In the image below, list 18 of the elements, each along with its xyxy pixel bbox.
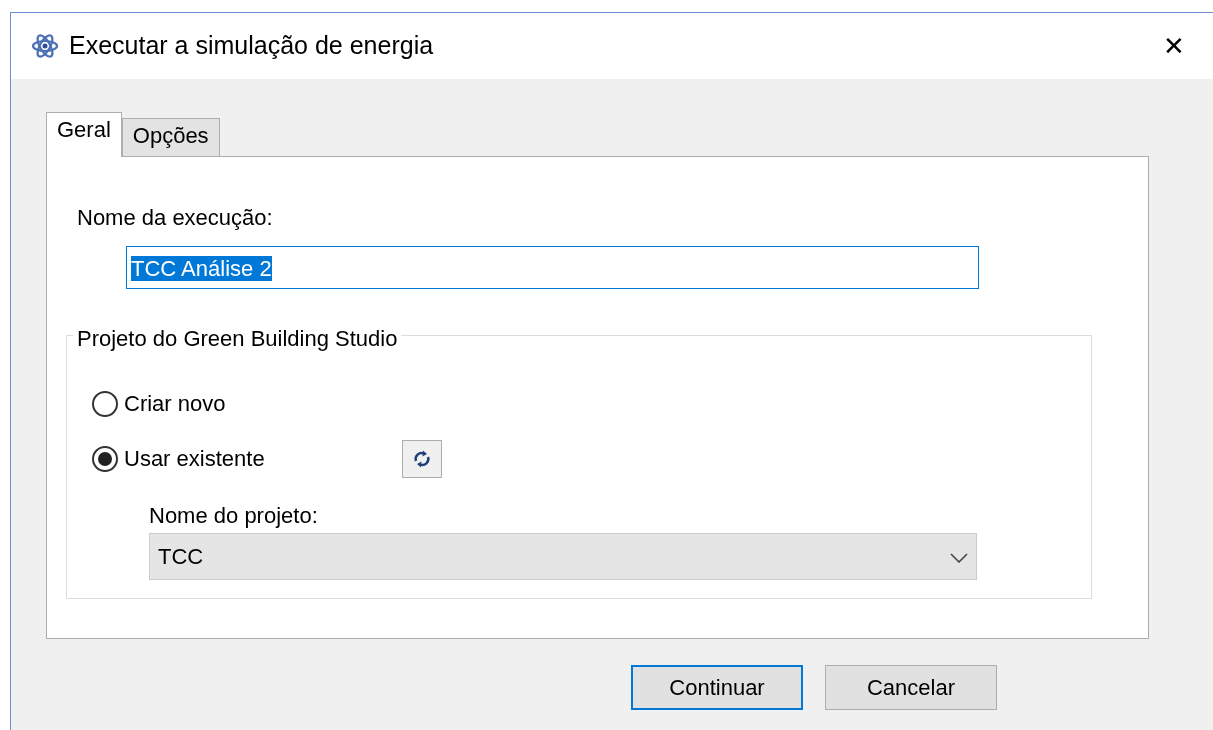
option-label: Usar existente [124, 445, 265, 473]
option-label: Criar novo [124, 390, 226, 418]
chevron-icon [950, 553, 968, 564]
tab[interactable]: Opções [121, 118, 220, 156]
continue-button[interactable]: Continuar [631, 665, 803, 710]
field-label: Nome do projeto: [149, 502, 319, 530]
field-label: Nome da execução: [77, 204, 274, 232]
refresh-button[interactable] [401, 439, 442, 478]
atom-icon [31, 32, 59, 60]
close-button[interactable]: ✕ [1157, 32, 1191, 60]
cancel-button[interactable]: Cancelar [825, 665, 997, 710]
project-dropdown[interactable]: TCC [149, 533, 977, 580]
window-title: Executar a simulação de energia [69, 30, 434, 62]
radio-button[interactable] [92, 445, 118, 472]
input-field[interactable]: TCC Análise 2 [126, 246, 979, 289]
refresh-icon [411, 448, 432, 469]
tab[interactable]: Geral [46, 112, 122, 157]
radio-button[interactable] [92, 390, 118, 417]
